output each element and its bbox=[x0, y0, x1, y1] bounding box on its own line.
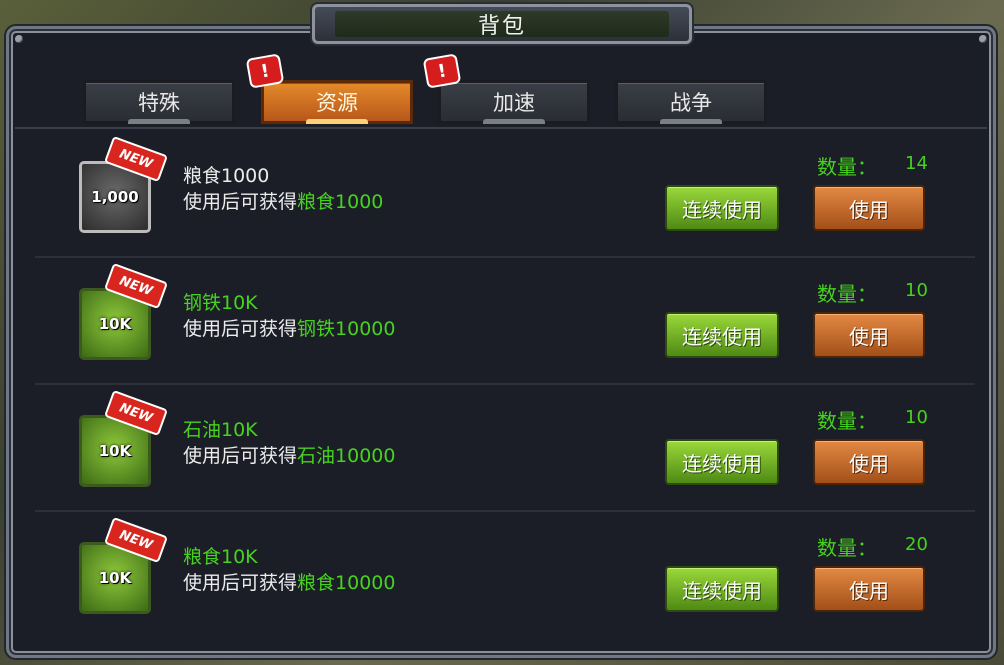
quantity-label: 数量： bbox=[817, 409, 877, 433]
desc-highlight: 粮食1000 bbox=[297, 191, 384, 213]
tab-underline bbox=[306, 119, 368, 124]
tab-label: 加速 bbox=[493, 91, 535, 115]
item-description: 使用后可获得粮食1000 bbox=[183, 187, 383, 214]
use-button[interactable]: 使用 bbox=[813, 185, 925, 231]
item-name: 钢铁10K bbox=[183, 292, 258, 314]
list-item: 10K NEW 钢铁10K 使用后可获得钢铁10000 数量： 10 连续使用 … bbox=[35, 258, 975, 385]
item-description: 使用后可获得钢铁10000 bbox=[183, 314, 395, 341]
item-name: 粮食10K bbox=[183, 546, 258, 568]
list-item: 10K NEW 粮食10K 使用后可获得粮食10000 数量： 20 连续使用 … bbox=[35, 512, 975, 637]
quantity-value: 10 bbox=[905, 407, 928, 428]
quantity-value: 10 bbox=[905, 280, 928, 301]
icon-amount: 10K bbox=[98, 315, 132, 333]
tab-bar: 特殊 ! 资源 ! 加速 战争 bbox=[15, 53, 987, 129]
continuous-use-button[interactable]: 连续使用 bbox=[665, 566, 779, 612]
list-item: 1,000 NEW 粮食1000 使用后可获得粮食1000 数量： 14 连续使… bbox=[35, 131, 975, 258]
icon-amount: 10K bbox=[98, 442, 132, 460]
use-button[interactable]: 使用 bbox=[813, 566, 925, 612]
item-list: 1,000 NEW 粮食1000 使用后可获得粮食1000 数量： 14 连续使… bbox=[35, 131, 975, 637]
tab-underline bbox=[483, 119, 545, 124]
quantity-value: 20 bbox=[905, 534, 928, 555]
rivet-icon bbox=[15, 35, 23, 43]
quantity-label: 数量： bbox=[817, 282, 877, 306]
quantity-value: 14 bbox=[905, 153, 928, 174]
tab-speedup[interactable]: ! 加速 bbox=[422, 53, 590, 124]
tab-label: 特殊 bbox=[138, 91, 180, 115]
title-plate: 背包 bbox=[312, 4, 692, 44]
item-name: 石油10K bbox=[183, 419, 258, 441]
desc-prefix: 使用后可获得 bbox=[183, 318, 298, 340]
tab-special[interactable]: 特殊 bbox=[83, 80, 235, 124]
tab-resources[interactable]: ! 资源 bbox=[245, 53, 413, 124]
alert-icon: ! bbox=[245, 53, 285, 89]
tab-underline bbox=[128, 119, 190, 124]
backpack-window: 特殊 ! 资源 ! 加速 战争 1,000 NEW 粮食1000 使用后可获得粮… bbox=[6, 26, 996, 658]
desc-prefix: 使用后可获得 bbox=[183, 572, 298, 594]
icon-amount: 10K bbox=[98, 569, 132, 587]
list-item: 10K NEW 石油10K 使用后可获得石油10000 数量： 10 连续使用 … bbox=[35, 385, 975, 512]
tab-label: 资源 bbox=[316, 91, 358, 115]
desc-highlight: 石油10000 bbox=[297, 445, 396, 467]
desc-prefix: 使用后可获得 bbox=[183, 445, 298, 467]
item-description: 使用后可获得粮食10000 bbox=[183, 568, 395, 595]
rivet-icon bbox=[979, 35, 987, 43]
use-button[interactable]: 使用 bbox=[813, 312, 925, 358]
desc-highlight: 钢铁10000 bbox=[297, 318, 396, 340]
tab-label: 战争 bbox=[670, 91, 712, 115]
item-description: 使用后可获得石油10000 bbox=[183, 441, 395, 468]
alert-icon: ! bbox=[422, 53, 462, 89]
use-button[interactable]: 使用 bbox=[813, 439, 925, 485]
desc-highlight: 粮食10000 bbox=[297, 572, 396, 594]
tab-underline bbox=[660, 119, 722, 124]
desc-prefix: 使用后可获得 bbox=[183, 191, 298, 213]
tab-war[interactable]: 战争 bbox=[615, 80, 767, 124]
quantity-label: 数量： bbox=[817, 536, 877, 560]
quantity-label: 数量： bbox=[817, 155, 877, 179]
icon-amount: 1,000 bbox=[91, 188, 139, 206]
window-title: 背包 bbox=[335, 11, 669, 39]
continuous-use-button[interactable]: 连续使用 bbox=[665, 439, 779, 485]
item-name: 粮食1000 bbox=[183, 165, 270, 187]
continuous-use-button[interactable]: 连续使用 bbox=[665, 185, 779, 231]
continuous-use-button[interactable]: 连续使用 bbox=[665, 312, 779, 358]
